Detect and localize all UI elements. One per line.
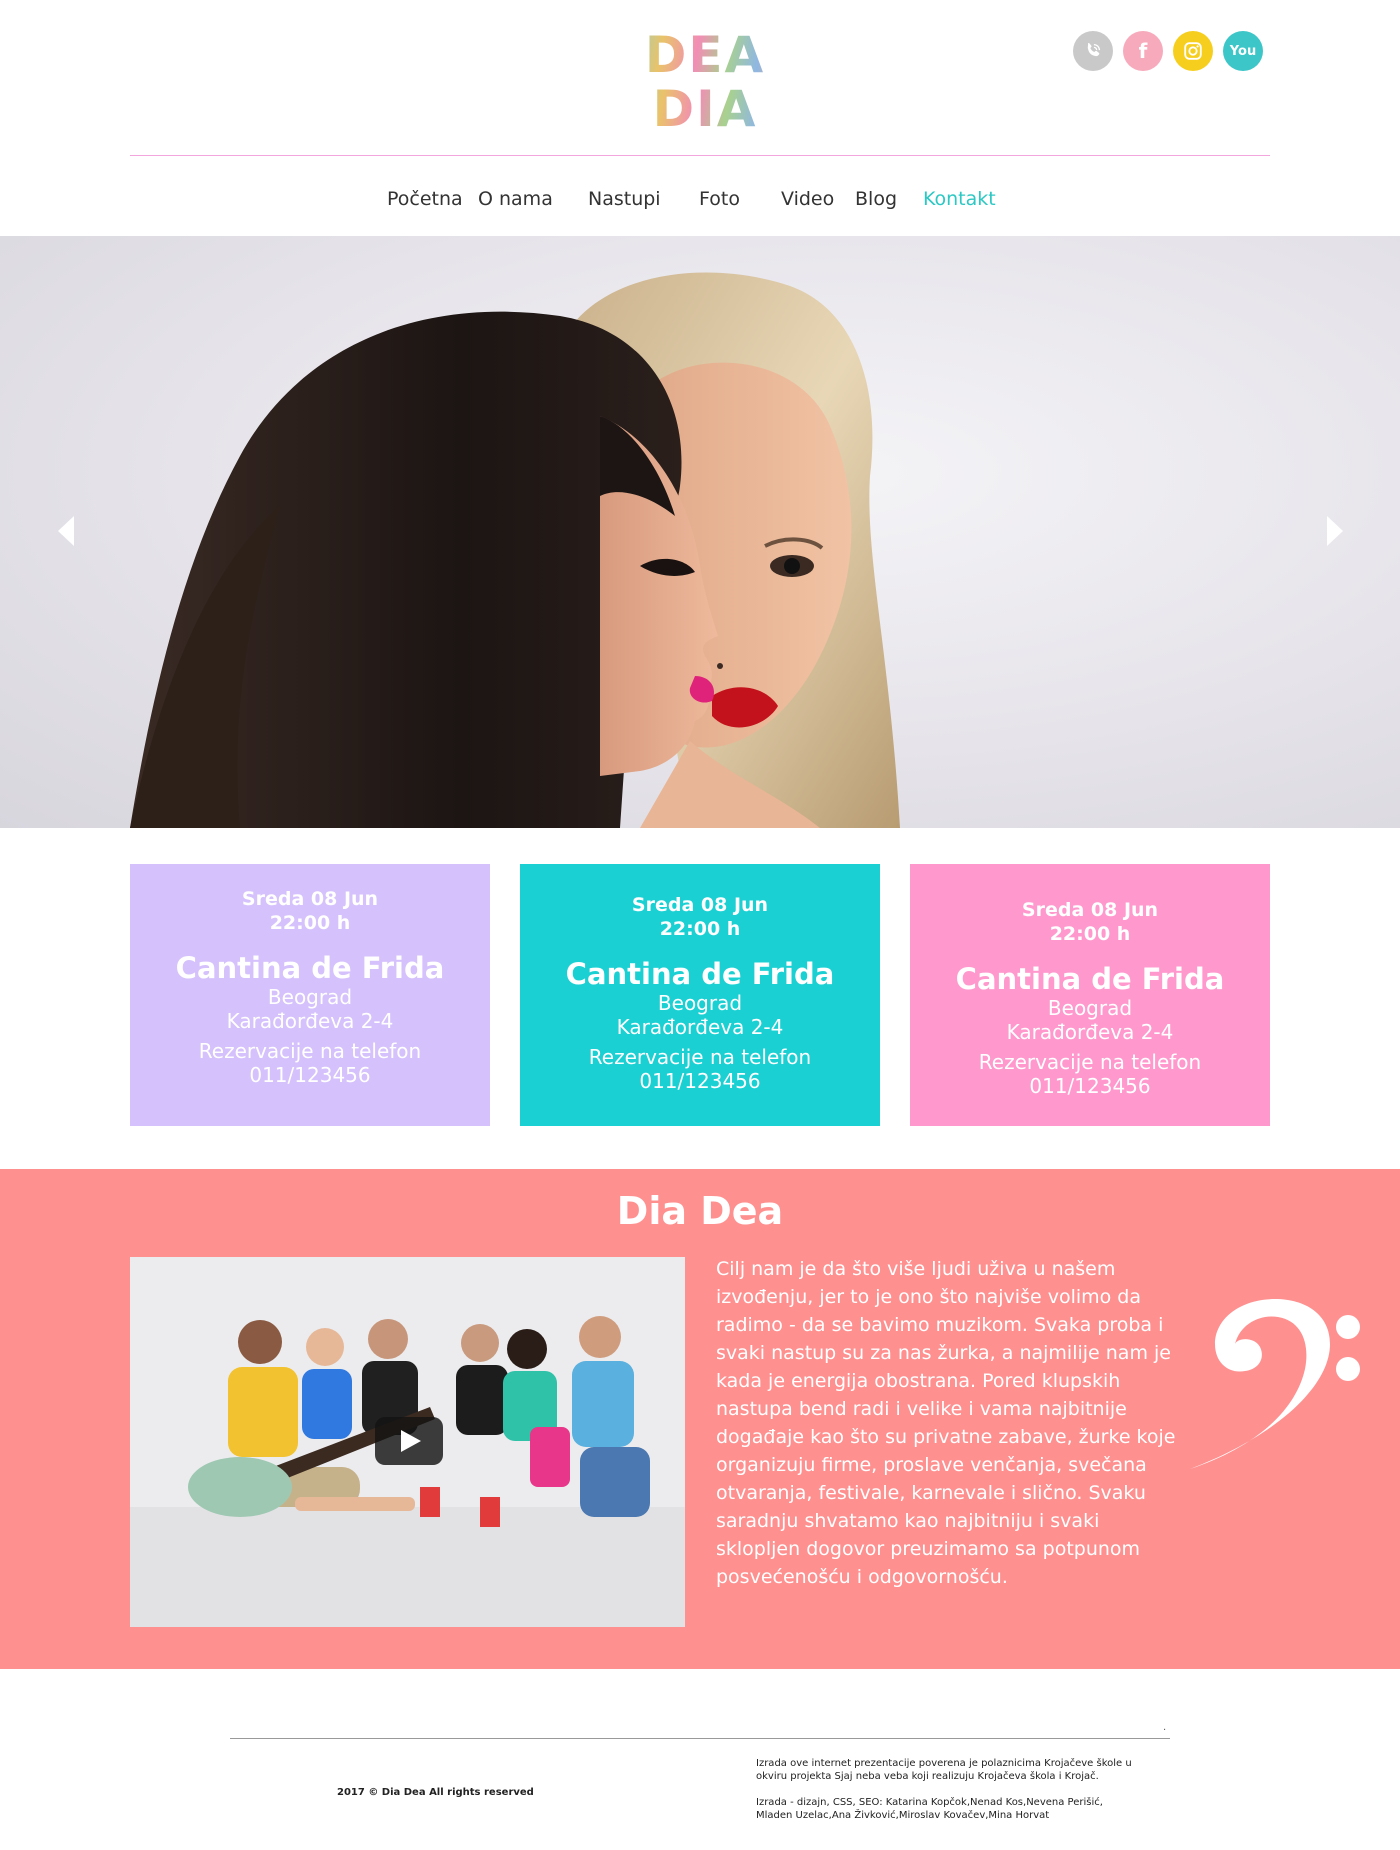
about-section: Dia Dea Cilj nam je da što više ljudi už… (0, 1169, 1400, 1669)
nav-item-foto[interactable]: Foto (699, 188, 740, 210)
event-card[interactable]: Sreda 08 Jun 22:00 h Cantina de Frida Be… (520, 864, 880, 1126)
slider-prev-arrow[interactable] (54, 514, 78, 548)
phone-icon (1087, 43, 1101, 57)
event-phone: 011/123456 (639, 1069, 761, 1093)
event-day: Sreda 08 Jun (241, 888, 379, 910)
band-video[interactable] (130, 1257, 685, 1627)
footer-dot: . (1163, 1722, 1167, 1733)
event-card[interactable]: Sreda 08 Jun 22:00 h Cantina de Frida Be… (130, 864, 490, 1126)
credits-team: Izrada - dizajn, CSS, SEO: Katarina Kopč… (756, 1797, 1103, 1821)
youtube-icon: You (1229, 43, 1257, 59)
event-reserve-label: Rezervacije na telefon (198, 1039, 422, 1063)
about-text: Cilj nam je da što više ljudi uživa u na… (716, 1258, 1176, 1588)
event-time: 22:00 h (1049, 923, 1131, 945)
nav-item-nastupi[interactable]: Nastupi (588, 188, 661, 210)
instagram-icon (1184, 42, 1202, 60)
event-day: Sreda 08 Jun (631, 894, 769, 916)
event-reserve-label: Rezervacije na telefon (978, 1050, 1202, 1074)
nav-item-kontakt[interactable]: Kontakt (923, 188, 996, 210)
logo-line-1: DEA (620, 28, 790, 82)
event-venue: Cantina de Frida (955, 962, 1225, 996)
event-day: Sreda 08 Jun (1021, 899, 1159, 921)
viber-button[interactable] (1073, 31, 1113, 71)
event-city: Beograd (657, 991, 743, 1015)
instagram-button[interactable] (1173, 31, 1213, 71)
event-reserve-label: Rezervacije na telefon (588, 1045, 812, 1069)
event-address: Karađorđeva 2-4 (616, 1015, 784, 1039)
social-links: f You (1073, 31, 1263, 71)
slider-next-arrow[interactable] (1323, 514, 1347, 548)
footer-divider (230, 1738, 1170, 1739)
event-card[interactable]: Sreda 08 Jun 22:00 h Cantina de Frida Be… (910, 864, 1270, 1126)
event-city: Beograd (1047, 996, 1133, 1020)
event-address: Karađorđeva 2-4 (226, 1009, 394, 1033)
facebook-icon: f (1138, 39, 1148, 63)
facebook-button[interactable]: f (1123, 31, 1163, 71)
credits-project: Izrada ove internet prezentacije poveren… (756, 1758, 1132, 1782)
event-time: 22:00 h (269, 912, 351, 934)
main-nav: Početna O nama Nastupi Foto Video Blog K… (0, 188, 1400, 218)
event-city: Beograd (267, 985, 353, 1009)
hero-slider (0, 236, 1400, 828)
nav-item-pocetna[interactable]: Početna (387, 188, 463, 210)
event-time: 22:00 h (659, 918, 741, 940)
event-address: Karađorđeva 2-4 (1006, 1020, 1174, 1044)
event-phone: 011/123456 (1029, 1074, 1151, 1098)
nav-item-o-nama[interactable]: O nama (478, 188, 553, 210)
event-venue: Cantina de Frida (175, 951, 445, 985)
credits: Izrada ove internet prezentacije poveren… (756, 1757, 1136, 1822)
nav-item-video[interactable]: Video (781, 188, 834, 210)
hero-image (130, 272, 900, 828)
play-button[interactable] (375, 1417, 443, 1465)
event-phone: 011/123456 (249, 1063, 371, 1087)
logo-line-2: DIA (620, 82, 790, 136)
copyright: 2017 © Dia Dea All rights reserved (337, 1787, 534, 1798)
header-divider (130, 155, 1270, 156)
about-title: Dia Dea (616, 1189, 784, 1233)
bass-clef-icon (1190, 1299, 1360, 1469)
nav-item-blog[interactable]: Blog (855, 188, 897, 210)
event-venue: Cantina de Frida (565, 957, 835, 991)
logo[interactable]: DEA DIA (620, 28, 790, 136)
youtube-button[interactable]: You (1223, 31, 1263, 71)
